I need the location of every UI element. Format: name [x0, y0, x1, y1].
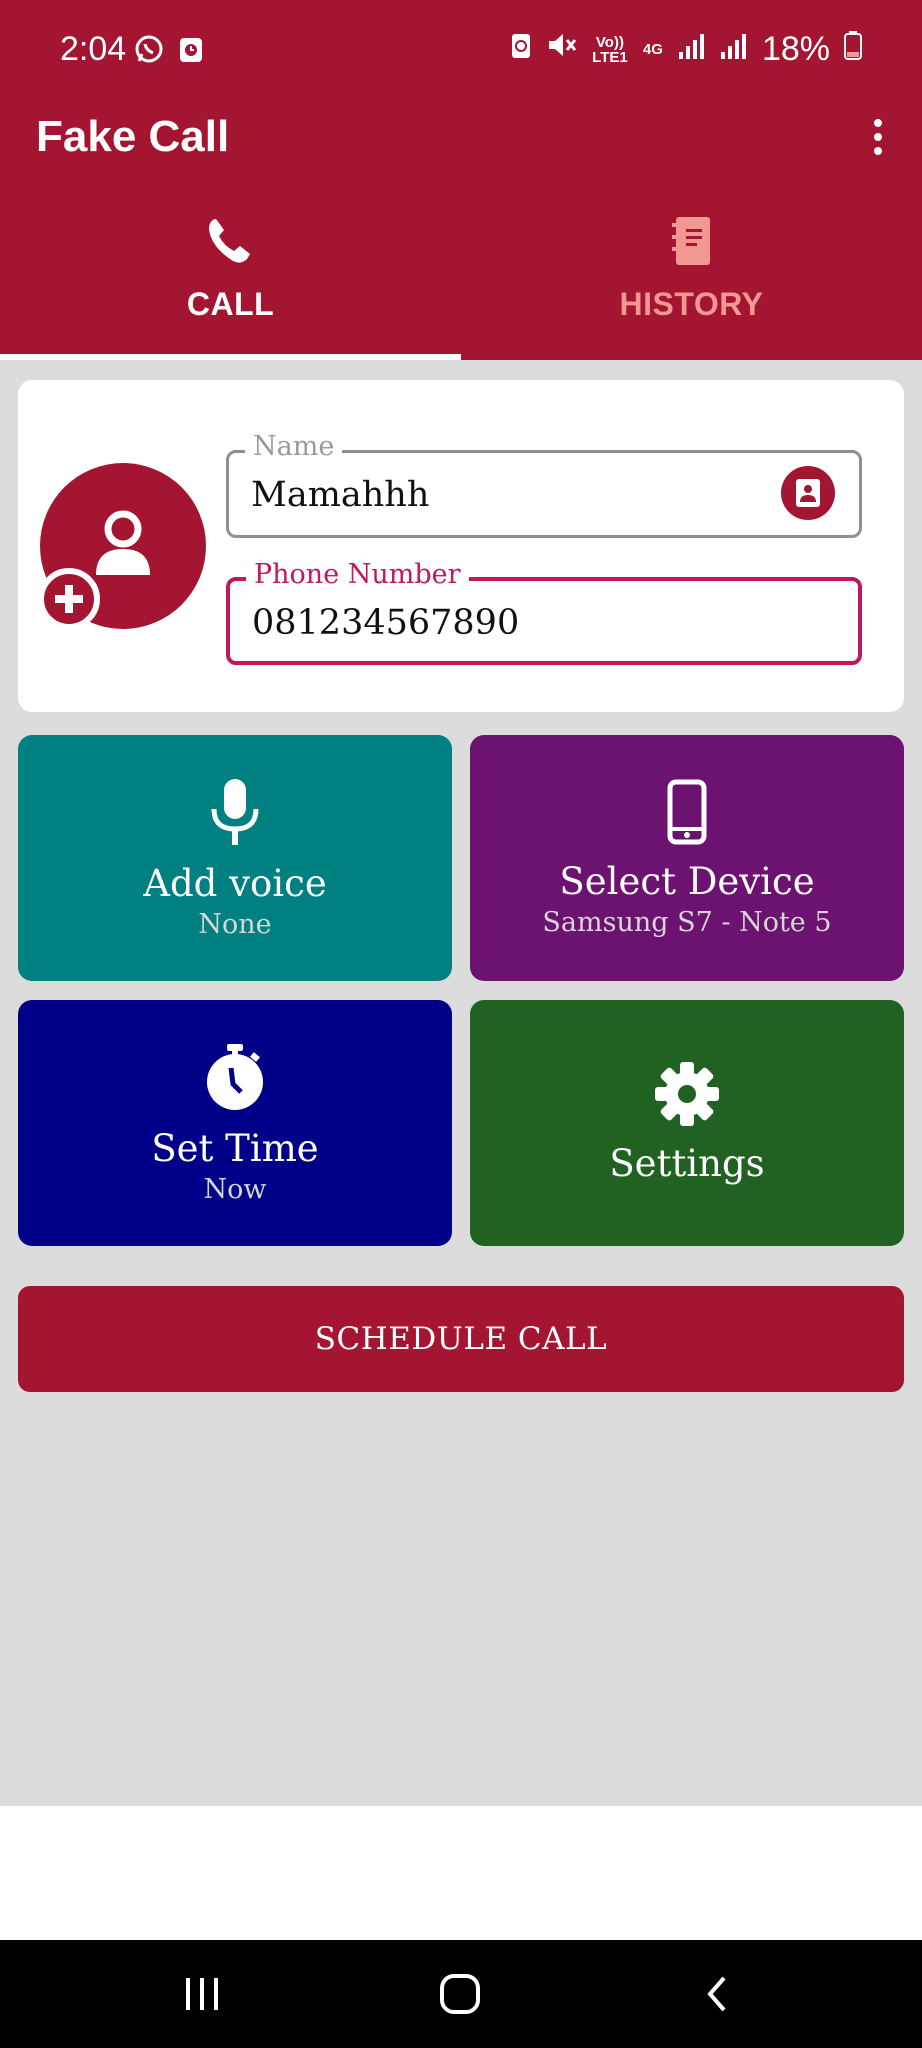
set-time-tile[interactable]: Set Time Now — [18, 1000, 452, 1246]
smartphone-icon — [667, 779, 707, 850]
phone-field-label: Phone Number — [246, 559, 469, 590]
add-voice-tile[interactable]: Add voice None — [18, 735, 452, 981]
back-icon[interactable] — [688, 1966, 748, 2022]
phone-field-value: 081234567890 — [252, 603, 520, 643]
status-time: 2:04 — [60, 30, 127, 68]
tab-call[interactable]: CALL — [0, 215, 461, 360]
caller-card: Name Mamahhh Phone Number 081234567890 — [18, 380, 904, 712]
name-field-value: Mamahhh — [251, 475, 430, 515]
settings-title: Settings — [609, 1142, 765, 1185]
signal-icon — [678, 30, 706, 69]
select-device-value: Samsung S7 - Note 5 — [542, 906, 832, 938]
app-bar: 2:04 Vo)) LTE1 4G 18% Fake Call CALL HIS… — [0, 0, 922, 360]
system-nav-bar — [0, 1940, 922, 2048]
add-circle-icon[interactable] — [38, 568, 100, 630]
app-title: Fake Call — [36, 112, 230, 161]
volte-label: Vo)) LTE1 — [592, 33, 628, 66]
select-device-title: Select Device — [559, 859, 815, 903]
phone-number-field[interactable]: Phone Number 081234567890 — [226, 559, 862, 665]
schedule-call-button[interactable]: SCHEDULE CALL — [18, 1286, 904, 1392]
settings-tile[interactable]: Settings — [470, 1000, 904, 1246]
microphone-icon — [208, 777, 262, 852]
more-vert-icon[interactable] — [858, 112, 898, 162]
notebook-icon — [666, 215, 718, 272]
stopwatch-icon — [203, 1042, 267, 1117]
main-content: Name Mamahhh Phone Number 081234567890 A… — [0, 360, 922, 1806]
tab-history[interactable]: HISTORY — [461, 215, 922, 360]
person-icon — [90, 509, 156, 584]
name-field-label: Name — [245, 431, 343, 462]
recent-apps-icon[interactable] — [172, 1966, 232, 2022]
gear-icon — [654, 1061, 720, 1132]
mute-icon — [546, 30, 578, 69]
add-voice-title: Add voice — [143, 861, 327, 905]
battery-icon — [844, 30, 862, 69]
contact-book-icon[interactable] — [781, 466, 835, 520]
select-device-tile[interactable]: Select Device Samsung S7 - Note 5 — [470, 735, 904, 981]
status-bar: 2:04 Vo)) LTE1 4G 18% — [0, 0, 922, 100]
battery-percent: 18% — [761, 30, 830, 68]
network-4g-label: 4G — [642, 41, 663, 58]
set-time-title: Set Time — [151, 1126, 319, 1170]
battery-saver-icon — [510, 30, 532, 69]
signal-icon — [720, 30, 748, 69]
phone-icon — [205, 215, 257, 272]
calendar-icon — [178, 34, 204, 69]
home-icon[interactable] — [430, 1966, 490, 2022]
name-field[interactable]: Name Mamahhh — [226, 431, 862, 538]
tab-history-label: HISTORY — [619, 286, 764, 322]
whatsapp-icon — [134, 34, 164, 69]
add-voice-value: None — [198, 908, 272, 940]
tab-call-label: CALL — [186, 286, 275, 322]
set-time-value: Now — [203, 1173, 267, 1205]
